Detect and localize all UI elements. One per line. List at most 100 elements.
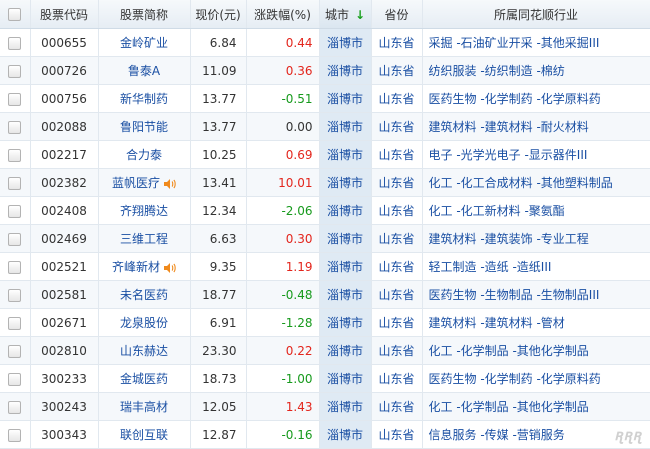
stock-industry[interactable]: 建筑材料 -建筑装饰 -专业工程: [422, 224, 650, 253]
stock-name-link[interactable]: 未名医药: [120, 288, 168, 302]
stock-name-link[interactable]: 蓝帆医疗: [112, 176, 160, 190]
row-select-cell[interactable]: [0, 308, 31, 337]
table-row[interactable]: 002469 三维工程 6.63 0.30 淄博市 山东省 建筑材料 -建筑装饰 -专业工程: [0, 224, 650, 253]
select-all-checkbox[interactable]: [8, 8, 22, 21]
row-select-cell[interactable]: [0, 336, 31, 365]
table-row[interactable]: 002217 合力泰 10.25 0.69 淄博市 山东省 电子 -光学光电子 -显示器件I…: [0, 140, 650, 169]
header-price[interactable]: 现价(元): [190, 0, 247, 29]
table-row[interactable]: 002810 山东赫达 23.30 0.22 淄博市 山东省 化工 -化学制品 -其他化学制…: [0, 336, 650, 365]
stock-city[interactable]: 淄博市: [319, 84, 372, 113]
header-name[interactable]: 股票简称: [98, 0, 191, 29]
stock-province[interactable]: 山东省: [371, 420, 423, 449]
stock-province[interactable]: 山东省: [371, 112, 423, 141]
stock-name-link[interactable]: 三维工程: [120, 232, 168, 246]
stock-city[interactable]: 淄博市: [319, 112, 372, 141]
row-checkbox[interactable]: [8, 288, 22, 302]
stock-industry[interactable]: 化工 -化工新材料 -聚氨酯: [422, 196, 650, 225]
stock-name-link[interactable]: 金岭矿业: [120, 36, 168, 50]
stock-city[interactable]: 淄博市: [319, 252, 372, 281]
stock-province[interactable]: 山东省: [371, 28, 423, 57]
stock-province[interactable]: 山东省: [371, 224, 423, 253]
stock-name-link[interactable]: 瑞丰高材: [120, 400, 168, 414]
stock-city[interactable]: 淄博市: [319, 392, 372, 421]
stock-industry[interactable]: 化工 -化学制品 -其他化学制品: [422, 392, 650, 421]
stock-province[interactable]: 山东省: [371, 308, 423, 337]
row-checkbox[interactable]: [8, 92, 22, 106]
stock-city[interactable]: 淄博市: [319, 224, 372, 253]
stock-industry[interactable]: 纺织服装 -纺织制造 -棉纺: [422, 56, 650, 85]
table-row[interactable]: 000726 鲁泰A 11.09 0.36 淄博市 山东省 纺织服装 -纺织制造 -棉纺: [0, 56, 650, 85]
stock-name-link[interactable]: 联创互联: [120, 428, 168, 442]
stock-city[interactable]: 淄博市: [319, 364, 372, 393]
stock-province[interactable]: 山东省: [371, 56, 423, 85]
stock-province[interactable]: 山东省: [371, 168, 423, 197]
stock-name-link[interactable]: 金城医药: [120, 372, 168, 386]
stock-city[interactable]: 淄博市: [319, 280, 372, 309]
row-select-cell[interactable]: [0, 364, 31, 393]
row-select-cell[interactable]: [0, 392, 31, 421]
row-select-cell[interactable]: [0, 28, 31, 57]
stock-industry[interactable]: 医药生物 -化学制药 -化学原料药: [422, 84, 650, 113]
speaker-icon[interactable]: [163, 178, 176, 190]
row-checkbox[interactable]: [8, 428, 22, 442]
stock-name-link[interactable]: 齐峰新材: [112, 260, 160, 274]
stock-industry[interactable]: 化工 -化学制品 -其他化学制品: [422, 336, 650, 365]
header-select-all[interactable]: [0, 0, 31, 29]
row-checkbox[interactable]: [8, 148, 22, 162]
table-row[interactable]: 300243 瑞丰高材 12.05 1.43 淄博市 山东省 化工 -化学制品 -其他化学制…: [0, 392, 650, 421]
table-row[interactable]: 002382 蓝帆医疗 13.41 10.01 淄博市 山东省 化工 -化工合成材料 -其他…: [0, 168, 650, 197]
row-checkbox[interactable]: [8, 204, 22, 218]
row-checkbox[interactable]: [8, 176, 22, 190]
table-row[interactable]: 002088 鲁阳节能 13.77 0.00 淄博市 山东省 建筑材料 -建筑材料 -耐火材…: [0, 112, 650, 141]
row-select-cell[interactable]: [0, 252, 31, 281]
stock-city[interactable]: 淄博市: [319, 336, 372, 365]
header-city[interactable]: 城市 ↓: [319, 0, 372, 29]
row-select-cell[interactable]: [0, 420, 31, 449]
stock-province[interactable]: 山东省: [371, 336, 423, 365]
stock-name-link[interactable]: 鲁泰A: [128, 64, 160, 78]
stock-province[interactable]: 山东省: [371, 140, 423, 169]
stock-city[interactable]: 淄博市: [319, 196, 372, 225]
table-row[interactable]: 000756 新华制药 13.77 -0.51 淄博市 山东省 医药生物 -化学制药 -化学…: [0, 84, 650, 113]
stock-city[interactable]: 淄博市: [319, 28, 372, 57]
header-code[interactable]: 股票代码: [30, 0, 99, 29]
row-select-cell[interactable]: [0, 84, 31, 113]
row-checkbox[interactable]: [8, 400, 22, 414]
stock-city[interactable]: 淄博市: [319, 168, 372, 197]
table-row[interactable]: 300343 联创互联 12.87 -0.16 淄博市 山东省 信息服务 -传媒 -营销服务: [0, 420, 650, 449]
row-checkbox[interactable]: [8, 316, 22, 330]
stock-city[interactable]: 淄博市: [319, 420, 372, 449]
stock-province[interactable]: 山东省: [371, 364, 423, 393]
table-row[interactable]: 000655 金岭矿业 6.84 0.44 淄博市 山东省 采掘 -石油矿业开采 -其他采掘…: [0, 28, 650, 57]
stock-industry[interactable]: 电子 -光学光电子 -显示器件III: [422, 140, 650, 169]
stock-name-link[interactable]: 合力泰: [126, 148, 162, 162]
stock-industry[interactable]: 轻工制造 -造纸 -造纸III: [422, 252, 650, 281]
row-checkbox[interactable]: [8, 36, 22, 50]
row-select-cell[interactable]: [0, 112, 31, 141]
stock-city[interactable]: 淄博市: [319, 56, 372, 85]
sort-down-arrow-icon[interactable]: ↓: [355, 8, 365, 22]
stock-city[interactable]: 淄博市: [319, 140, 372, 169]
row-select-cell[interactable]: [0, 224, 31, 253]
header-industry[interactable]: 所属同花顺行业: [422, 0, 650, 29]
row-checkbox[interactable]: [8, 344, 22, 358]
stock-name-link[interactable]: 齐翔腾达: [120, 204, 168, 218]
row-select-cell[interactable]: [0, 168, 31, 197]
stock-industry[interactable]: 化工 -化工合成材料 -其他塑料制品: [422, 168, 650, 197]
stock-province[interactable]: 山东省: [371, 84, 423, 113]
table-row[interactable]: 002671 龙泉股份 6.91 -1.28 淄博市 山东省 建筑材料 -建筑材料 -管材: [0, 308, 650, 337]
stock-name-link[interactable]: 龙泉股份: [120, 316, 168, 330]
table-row[interactable]: 002521 齐峰新材 9.35 1.19 淄博市 山东省 轻工制造 -造纸 -造纸III: [0, 252, 650, 281]
row-checkbox[interactable]: [8, 120, 22, 134]
stock-province[interactable]: 山东省: [371, 392, 423, 421]
stock-province[interactable]: 山东省: [371, 252, 423, 281]
row-checkbox[interactable]: [8, 64, 22, 78]
row-checkbox[interactable]: [8, 372, 22, 386]
table-row[interactable]: 300233 金城医药 18.73 -1.00 淄博市 山东省 医药生物 -化学制药 -化学…: [0, 364, 650, 393]
stock-province[interactable]: 山东省: [371, 196, 423, 225]
header-province[interactable]: 省份: [371, 0, 423, 29]
row-checkbox[interactable]: [8, 232, 22, 246]
stock-industry[interactable]: 建筑材料 -建筑材料 -管材: [422, 308, 650, 337]
stock-name-link[interactable]: 鲁阳节能: [120, 120, 168, 134]
stock-industry[interactable]: 医药生物 -生物制品 -生物制品III: [422, 280, 650, 309]
